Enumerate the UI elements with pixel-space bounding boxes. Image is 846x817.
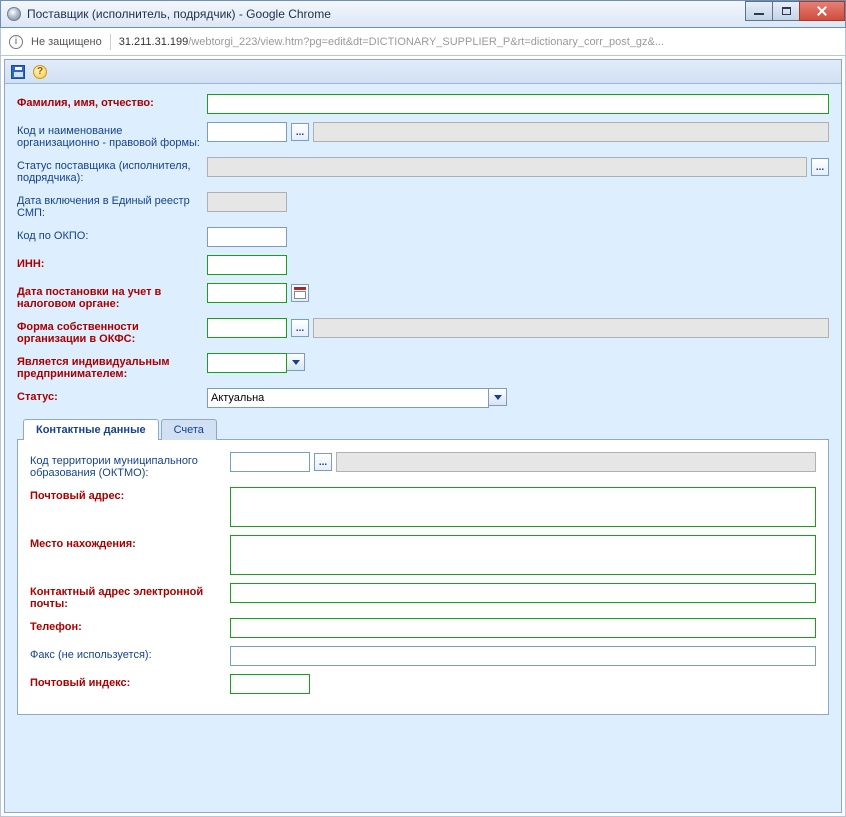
label-location: Место нахождения: — [30, 535, 230, 550]
window-buttons — [746, 1, 845, 21]
oktmo-code-input[interactable] — [230, 452, 310, 472]
supplier-status-lookup-button[interactable]: ... — [811, 158, 829, 176]
location-input[interactable] — [230, 535, 816, 575]
form-toolbar: ? — [5, 60, 841, 84]
save-button[interactable] — [9, 63, 27, 81]
label-inn: ИНН: — [17, 255, 207, 270]
tax-date-input[interactable] — [207, 283, 287, 303]
status-select[interactable] — [207, 388, 489, 408]
maximize-button[interactable] — [772, 1, 800, 21]
phone-input[interactable] — [230, 618, 816, 638]
okpo-input[interactable] — [207, 227, 287, 247]
okfs-name-display — [313, 318, 829, 338]
tab-contacts[interactable]: Контактные данные — [23, 419, 159, 440]
label-fio: Фамилия, имя, отчество: — [17, 94, 207, 109]
close-button[interactable] — [799, 1, 845, 21]
oktmo-lookup-button[interactable]: ... — [314, 453, 332, 471]
label-status: Статус: — [17, 388, 207, 403]
oktmo-name-display — [336, 452, 816, 472]
label-supplier-status: Статус поставщика (исполнителя, подрядчи… — [17, 157, 207, 184]
minimize-button[interactable] — [745, 1, 773, 21]
window-title: Поставщик (исполнитель, подрядчик) - Goo… — [27, 7, 331, 21]
security-label: Не защищено — [31, 36, 102, 48]
label-okpo: Код по ОКПО: — [17, 227, 207, 242]
org-form-lookup-button[interactable]: ... — [291, 123, 309, 141]
help-button[interactable]: ? — [31, 63, 49, 81]
label-oktmo: Код территории муниципального образовани… — [30, 452, 230, 479]
tab-strip: Контактные данные Счета — [17, 418, 829, 440]
inn-input[interactable] — [207, 255, 287, 275]
label-fax: Факс (не используется): — [30, 646, 230, 661]
maximize-icon — [782, 7, 791, 15]
info-icon[interactable]: i — [9, 35, 23, 49]
minimize-icon — [754, 13, 764, 15]
tab-contacts-body: Код территории муниципального образовани… — [17, 440, 829, 715]
status-dropdown-button[interactable] — [489, 388, 507, 406]
help-icon: ? — [33, 65, 47, 79]
label-email: Контактный адрес электронной почты: — [30, 583, 230, 610]
tab-accounts[interactable]: Счета — [161, 419, 217, 440]
separator — [110, 34, 111, 50]
smp-date-display — [207, 192, 287, 212]
form-panel: ? Фамилия, имя, отчество: Код и наименов… — [4, 59, 842, 813]
org-form-code-input[interactable] — [207, 122, 287, 142]
label-phone: Телефон: — [30, 618, 230, 633]
okfs-code-input[interactable] — [207, 318, 287, 338]
okfs-lookup-button[interactable]: ... — [291, 319, 309, 337]
org-form-name-display — [313, 122, 829, 142]
save-icon — [11, 65, 25, 79]
window-titlebar: Поставщик (исполнитель, подрядчик) - Goo… — [0, 0, 846, 28]
fio-input[interactable] — [207, 94, 829, 114]
label-post-addr: Почтовый адрес: — [30, 487, 230, 502]
label-okfs: Форма собственности организации в ОКФС: — [17, 318, 207, 345]
zip-input[interactable] — [230, 674, 310, 694]
post-addr-input[interactable] — [230, 487, 816, 527]
calendar-icon[interactable] — [291, 284, 309, 302]
is-ip-dropdown-button[interactable] — [287, 353, 305, 371]
label-tax-date: Дата постановки на учет в налоговом орга… — [17, 283, 207, 310]
label-is-ip: Является индивидуальным предпринимателем… — [17, 353, 207, 380]
close-icon — [814, 4, 830, 18]
globe-icon — [7, 7, 21, 21]
supplier-status-display — [207, 157, 807, 177]
label-smp-date: Дата включения в Единый реестр СМП: — [17, 192, 207, 219]
is-ip-select[interactable] — [207, 353, 287, 373]
chevron-down-icon — [292, 360, 300, 365]
email-input[interactable] — [230, 583, 816, 603]
label-zip: Почтовый индекс: — [30, 674, 230, 689]
fax-input[interactable] — [230, 646, 816, 666]
url-text[interactable]: 31.211.31.199/webtorgi_223/view.htm?pg=e… — [119, 36, 664, 48]
label-org-form: Код и наименование организационно - прав… — [17, 122, 207, 149]
chevron-down-icon — [494, 395, 502, 400]
address-bar: i Не защищено 31.211.31.199/webtorgi_223… — [0, 28, 846, 56]
